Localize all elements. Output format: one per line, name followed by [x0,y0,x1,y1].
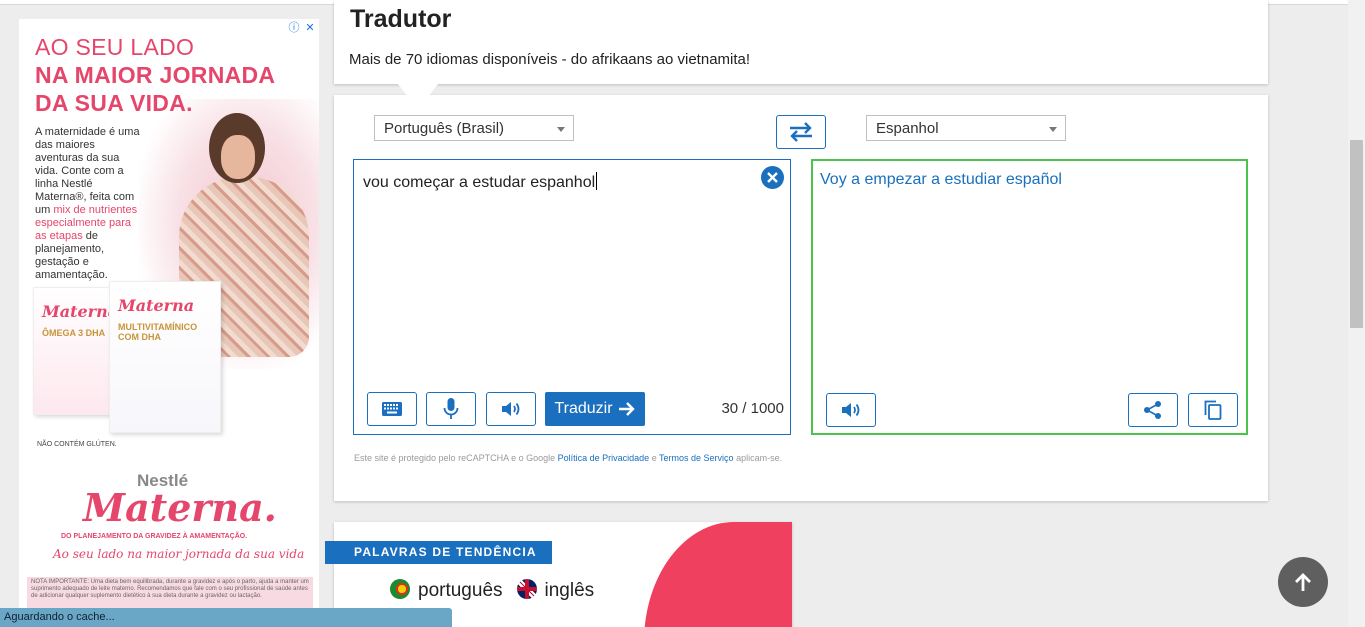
keyboard-icon [382,402,402,416]
arrow-right-icon [618,402,635,416]
page-title: Tradutor [350,5,452,33]
copy-icon [1204,400,1222,420]
ad-gluten-note: NÃO CONTÉM GLÚTEN. [37,441,117,448]
close-icon [767,172,778,183]
clear-text-button[interactable] [761,166,784,189]
advertisement[interactable]: ⓘ ✕ AO SEU LADO NA MAIOR JORNADA DA SUA … [19,19,319,627]
translate-button[interactable]: Traduzir [545,392,645,426]
chevron-down-icon [1049,127,1057,132]
speaker-icon [502,402,520,416]
recaptcha-notice: Este site é protegido pelo reCAPTCHA e o… [354,453,783,463]
ad-tagline: DO PLANEJAMENTO DA GRAVIDEZ À AMAMENTAÇÃ… [61,533,248,540]
listen-source-button[interactable] [486,392,536,426]
translation-output-area: Voy a empezar a estudiar español [811,159,1248,435]
ad-close-icon[interactable]: ✕ [303,21,317,35]
chevron-down-icon [557,127,565,132]
source-text-area[interactable]: vou começar a estudar espanhol Traduzir … [353,159,791,435]
source-language-value: Português (Brasil) [384,120,505,137]
source-text-input[interactable]: vou começar a estudar espanhol [363,172,598,192]
translator-card: Português (Brasil) Espanhol vou começar … [334,95,1268,501]
header-pointer [398,84,438,110]
ad-body-text: A maternidade é uma das maiores aventura… [35,126,140,281]
keyboard-button[interactable] [367,392,417,426]
trending-lang-portuguese[interactable]: português [390,579,503,602]
scrollbar-thumb[interactable] [1350,140,1363,328]
share-button[interactable] [1128,393,1178,427]
product-box-omega3: Materna ÔMEGA 3 DHA [33,287,118,415]
trending-label: PALAVRAS DE TENDÊNCIA [325,541,552,564]
materna-logo: Materna. [83,485,277,530]
target-language-select[interactable]: Espanhol [866,115,1066,141]
arrow-up-icon [1295,573,1311,591]
character-counter: 30 / 1000 [721,400,784,417]
browser-status-bar: Aguardando o cache... [0,608,452,627]
ad-info-icon[interactable]: ⓘ [287,21,301,35]
uk-flag-icon [516,579,537,599]
portugal-flag-icon [390,579,410,599]
trending-language-pair[interactable]: português inglês [390,579,594,602]
trending-lang-english[interactable]: inglês [516,579,594,602]
page-subtitle: Mais de 70 idiomas disponíveis - do afri… [349,51,751,68]
listen-translation-button[interactable] [826,393,876,427]
privacy-policy-link[interactable]: Política de Privacidade [558,453,650,463]
trending-decoration [644,522,792,627]
product-box-multivitamin: Materna MULTIVITAMÍNICO COM DHA [109,281,221,433]
swap-arrows-icon [790,122,812,142]
scroll-to-top-button[interactable] [1278,557,1328,607]
header-card: Tradutor Mais de 70 idiomas disponíveis … [334,0,1268,84]
ad-controls: ⓘ ✕ [287,21,317,35]
copy-button[interactable] [1188,393,1238,427]
ad-headline: AO SEU LADO NA MAIOR JORNADA DA SUA VIDA… [35,34,276,116]
speaker-icon [842,403,860,417]
translate-button-label: Traduzir [554,400,613,417]
microphone-button[interactable] [426,392,476,426]
target-language-value: Espanhol [876,120,939,137]
source-language-select[interactable]: Português (Brasil) [374,115,574,141]
share-icon [1144,401,1161,419]
ad-tagline-script: Ao seu lado na maior jornada da sua vida [53,547,305,561]
swap-languages-button[interactable] [776,115,826,149]
translation-output-text: Voy a empezar a estudiar español [820,171,1062,188]
microphone-icon [443,398,459,419]
terms-of-service-link[interactable]: Termos de Serviço [659,453,734,463]
